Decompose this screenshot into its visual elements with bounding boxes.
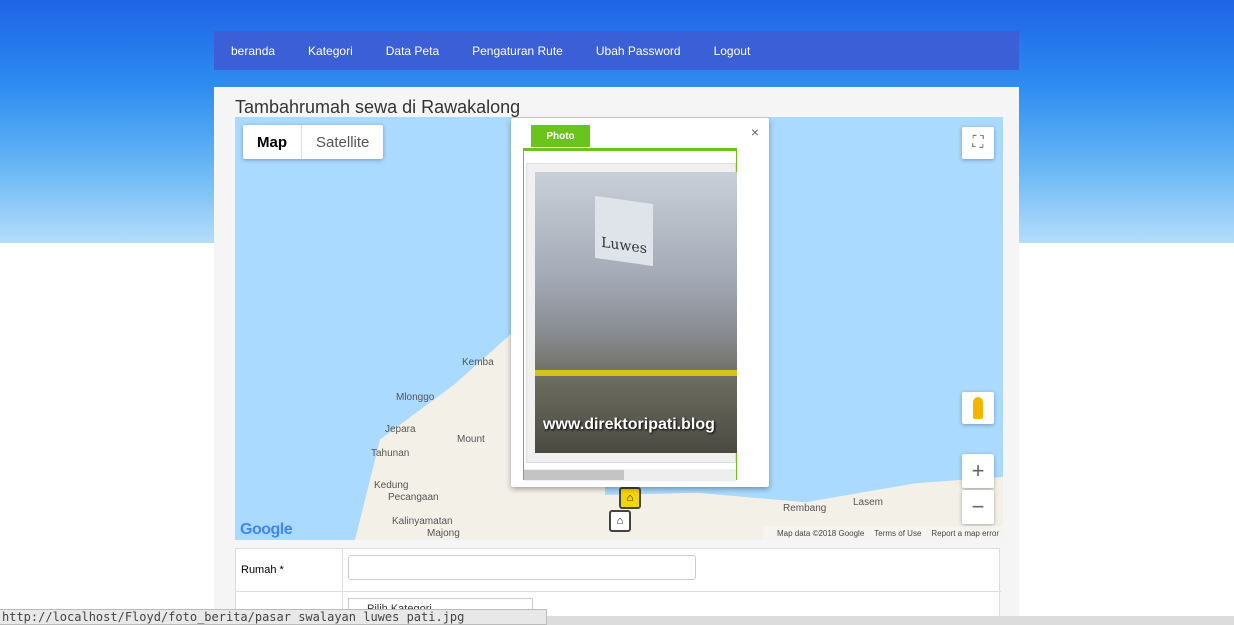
nav-data-peta[interactable]: Data Peta	[386, 44, 439, 58]
house-icon: ⌂	[626, 492, 634, 504]
google-logo: Google	[240, 521, 293, 538]
map-info-window: × Photo Luwes www.direktoripati.blog	[511, 118, 769, 487]
map-type-map[interactable]: Map	[243, 125, 301, 159]
map-type-control: Map Satellite	[243, 125, 384, 159]
close-icon[interactable]: ×	[751, 124, 759, 140]
tab-photo[interactable]: Photo	[531, 125, 590, 147]
main-content: Tambahrumah sewa di Rawakalong Map Satel…	[214, 87, 1019, 625]
map-footer: Map data ©2018 Google Terms of Use Repor…	[762, 526, 1003, 540]
nav-ubah-password[interactable]: Ubah Password	[596, 44, 681, 58]
fullscreen-button[interactable]: ⛶	[962, 127, 994, 159]
place-jepara: Jepara	[385, 424, 416, 435]
map-type-satellite[interactable]: Satellite	[302, 125, 383, 159]
photo-watermark: www.direktoripati.blog	[543, 416, 715, 433]
place-pecangaan: Pecangaan	[388, 492, 439, 503]
store-sign: Luwes	[595, 195, 653, 267]
place-tahunan: Tahunan	[371, 448, 410, 459]
place-mount: Mount	[457, 434, 485, 445]
place-kalinyamatan: Kalinyamatan	[392, 516, 453, 527]
page-title: Tambahrumah sewa di Rawakalong	[235, 97, 521, 117]
photo-railing	[535, 370, 737, 376]
street-view-pegman[interactable]	[962, 392, 994, 424]
nav-logout[interactable]: Logout	[714, 44, 751, 58]
rumah-input[interactable]	[348, 555, 696, 580]
fullscreen-icon: ⛶	[972, 134, 984, 151]
top-navbar: beranda Kategori Data Peta Pengaturan Ru…	[214, 31, 1019, 70]
google-map[interactable]: Map Satellite ⛶ + − Kemba Mlonggo Jepara…	[235, 117, 1003, 540]
map-marker-house[interactable]: ⌂	[609, 510, 631, 532]
zoom-in-button[interactable]: +	[962, 454, 994, 488]
place-kemba: Kemba	[462, 357, 494, 368]
browser-status-url: http://localhost/Floyd/foto_berita/pasar…	[0, 609, 547, 625]
place-mlonggo: Mlonggo	[396, 392, 435, 403]
place-lasem: Lasem	[853, 497, 884, 508]
nav-pengaturan-rute[interactable]: Pengaturan Rute	[472, 44, 563, 58]
place-rembang: Rembang	[783, 503, 827, 514]
map-marker-house[interactable]: ⌂	[619, 487, 641, 509]
nav-beranda[interactable]: beranda	[231, 44, 275, 58]
house-icon: ⌂	[616, 515, 624, 527]
map-data-credit: Map data ©2018 Google	[776, 528, 865, 538]
report-map-error-link[interactable]: Report a map error	[931, 529, 999, 538]
place-kedung: Kedung	[374, 480, 409, 491]
nav-kategori[interactable]: Kategori	[308, 44, 353, 58]
place-majong: Majong	[427, 528, 460, 539]
zoom-out-button[interactable]: −	[962, 490, 994, 524]
photo-frame: Luwes www.direktoripati.blog	[526, 163, 737, 463]
plus-icon: +	[971, 458, 985, 483]
form-row-rumah: Rumah *	[236, 549, 1001, 592]
minus-icon: −	[971, 494, 985, 519]
photo-tab-panel: Luwes www.direktoripati.blog	[523, 148, 737, 481]
scrollbar-thumb[interactable]	[524, 470, 624, 480]
store-photo[interactable]: Luwes www.direktoripati.blog	[535, 172, 737, 453]
pegman-icon	[973, 397, 983, 419]
rumah-label: Rumah *	[236, 549, 343, 591]
horizontal-scrollbar[interactable]	[524, 469, 736, 481]
terms-of-use-link[interactable]: Terms of Use	[874, 529, 921, 538]
